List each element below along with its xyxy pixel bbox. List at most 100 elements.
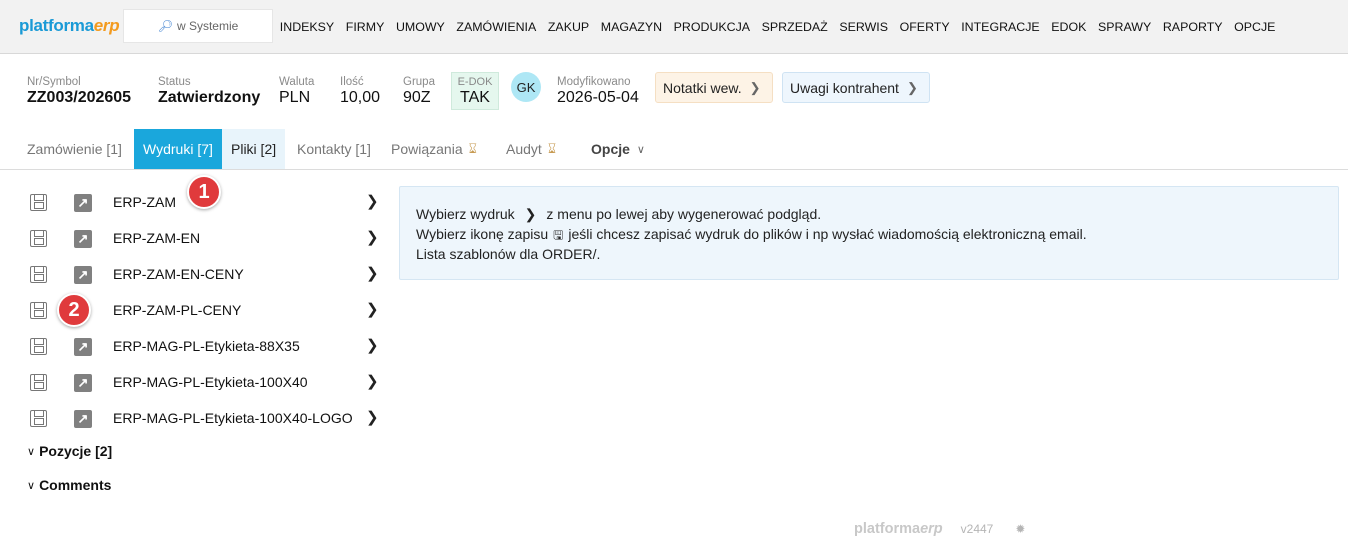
modified-value: 2026-05-04 [557, 89, 639, 106]
print-row-label[interactable]: ERP-ZAM [113, 194, 176, 210]
save-icon[interactable] [30, 194, 47, 211]
tab-files[interactable]: Pliki [2] [222, 129, 286, 169]
open-external-icon[interactable]: ↗ [74, 230, 92, 248]
print-row[interactable]: ↗ ERP-MAG-PL-Etykieta-88X35 ❯ [0, 328, 395, 364]
currency-field: Waluta PLN [279, 76, 314, 107]
save-icon[interactable] [30, 410, 47, 427]
open-external-icon[interactable]: ↗ [74, 410, 92, 428]
save-icon[interactable] [30, 374, 47, 391]
bug-icon[interactable]: ✹ [1015, 522, 1025, 536]
status-value: Zatwierdzony [158, 89, 261, 106]
open-external-icon[interactable]: ↗ [74, 374, 92, 392]
nav-produkcja[interactable]: PRODUKCJA [668, 20, 756, 34]
modified-field: Modyfikowano 2026-05-04 [557, 76, 639, 107]
nav-zakup[interactable]: ZAKUP [542, 20, 595, 34]
search-placeholder: w Systemie [176, 19, 239, 33]
items-section-toggle[interactable]: ∨ Pozycje [2] [27, 443, 112, 459]
tab-audit[interactable]: Audyt ⌛︎ [497, 129, 565, 169]
print-row-label[interactable]: ERP-MAG-PL-Etykieta-88X35 [113, 338, 300, 354]
nav-indeksy[interactable]: INDEKSY [274, 20, 340, 34]
open-external-icon[interactable]: ↗ [74, 266, 92, 284]
chevron-right-icon[interactable]: ❯ [366, 264, 379, 282]
nav-serwis[interactable]: SERWIS [834, 20, 894, 34]
chevron-right-icon[interactable]: ❯ [366, 300, 379, 318]
quantity-value: 10,00 [340, 89, 381, 106]
comments-section-toggle[interactable]: ∨ Comments [27, 477, 111, 493]
edok-badge: E-DOK TAK [451, 72, 499, 110]
symbol-value: ZZ003/202605 [27, 89, 132, 106]
edok-value: TAK [460, 89, 490, 106]
chevron-down-icon: ∨ [27, 445, 36, 458]
open-external-icon[interactable]: ↗ [74, 194, 92, 212]
panel-text: Wybierz wydruk [416, 206, 515, 222]
save-icon[interactable] [30, 338, 47, 355]
nav-sprawy[interactable]: SPRAWY [1092, 20, 1157, 34]
print-row-label[interactable]: ERP-ZAM-EN [113, 230, 200, 246]
save-icon[interactable] [30, 302, 47, 319]
tab-prints[interactable]: Wydruki [7] [134, 129, 222, 169]
footer-logo-secondary: erp [920, 521, 943, 537]
tab-options-label: Opcje [591, 141, 630, 157]
print-row-label[interactable]: ERP-ZAM-PL-CENY [113, 302, 241, 318]
save-icon[interactable] [30, 230, 47, 247]
comments-section-label: Comments [39, 477, 112, 493]
print-row-label[interactable]: ERP-MAG-PL-Etykieta-100X40 [113, 374, 308, 390]
step-badge-1: 1 [187, 175, 221, 209]
tab-contacts[interactable]: Kontakty [1] [288, 129, 380, 169]
chevron-right-icon[interactable]: ❯ [366, 408, 379, 426]
chevron-right-icon: ❯ [906, 79, 918, 95]
nav-zamowienia[interactable]: ZAMÓWIENIA [451, 20, 542, 34]
panel-text: z menu po lewej aby wygenerować podgląd. [546, 206, 822, 222]
nav-edok[interactable]: EDOK [1046, 20, 1093, 34]
avatar[interactable]: GK [511, 72, 541, 102]
nav-umowy[interactable]: UMOWY [390, 20, 450, 34]
chevron-down-icon: ∨ [27, 479, 36, 492]
tab-options[interactable]: Opcje ∨ [582, 129, 654, 169]
save-icon: 🖫︎ [553, 227, 564, 242]
internal-notes-button[interactable]: Notatki wew. ❯ [655, 72, 773, 103]
print-row[interactable]: ↗ ERP-ZAM-EN-CENY ❯ [0, 256, 395, 292]
edok-label: E-DOK [457, 76, 493, 88]
tab-links[interactable]: Powiązania ⌛︎ [382, 129, 486, 169]
footer-logo-primary: platforma [854, 521, 921, 537]
app-logo[interactable]: platformaerp [19, 16, 120, 36]
tab-files-label: Pliki [2] [231, 141, 277, 157]
chevron-right-icon: ❯ [749, 79, 761, 95]
quantity-label: Ilość [340, 76, 364, 88]
quantity-field: Ilość 10,00 [340, 76, 380, 107]
hourglass-icon: ⌛︎ [547, 141, 557, 156]
nav-integracje[interactable]: INTEGRACJE [955, 20, 1045, 34]
open-external-icon[interactable]: ↗ [74, 338, 92, 356]
contractor-remarks-button[interactable]: Uwagi kontrahent ❯ [782, 72, 930, 103]
nav-firmy[interactable]: FIRMY [340, 20, 390, 34]
chevron-right-icon[interactable]: ❯ [366, 192, 379, 210]
group-field: Grupa 90Z [403, 76, 435, 107]
nav-raporty[interactable]: RAPORTY [1157, 20, 1228, 34]
items-section-label: Pozycje [2] [39, 443, 113, 459]
tab-order[interactable]: Zamówienie [1] [18, 129, 131, 169]
chevron-right-icon[interactable]: ❯ [366, 336, 379, 354]
hourglass-icon: ⌛︎ [468, 141, 477, 156]
panel-line-2: Wybierz ikonę zapisu 🖫︎ jeśli chcesz zapis… [416, 225, 1322, 246]
print-row[interactable]: ↗ ERP-ZAM-EN ❯ [0, 220, 395, 256]
nav-opcje[interactable]: OPCJE [1228, 20, 1281, 34]
print-row[interactable]: ↗ ERP-MAG-PL-Etykieta-100X40-LOGO ❯ [0, 400, 395, 436]
save-icon[interactable] [30, 266, 47, 283]
chevron-right-icon[interactable]: ❯ [366, 228, 379, 246]
status-field: Status Zatwierdzony [158, 76, 260, 107]
symbol-field: Nr/Symbol ZZ003/202605 [27, 76, 131, 107]
nav-magazyn[interactable]: MAGAZYN [595, 20, 668, 34]
status-label: Status [158, 76, 191, 88]
nav-oferty[interactable]: OFERTY [894, 20, 956, 34]
print-row-label[interactable]: ERP-ZAM-EN-CENY [113, 266, 244, 282]
contractor-remarks-label: Uwagi kontrahent [790, 79, 899, 96]
chevron-right-icon[interactable]: ❯ [366, 372, 379, 390]
print-row[interactable]: ↗ ERP-MAG-PL-Etykieta-100X40 ❯ [0, 364, 395, 400]
panel-line-1: Wybierz wydruk ❯ z menu po lewej aby wygen… [416, 205, 1322, 225]
panel-line-3: Lista szablonów dla ORDER/. [416, 246, 601, 262]
print-row-label[interactable]: ERP-MAG-PL-Etykieta-100X40-LOGO [113, 410, 353, 426]
global-search-input[interactable]: 🔎︎ w Systemie [123, 9, 273, 43]
chevron-down-icon: ∨ [636, 143, 645, 156]
panel-text: Wybierz ikonę zapisu [416, 225, 549, 242]
nav-sprzedaz[interactable]: SPRZEDAŻ [756, 20, 834, 34]
